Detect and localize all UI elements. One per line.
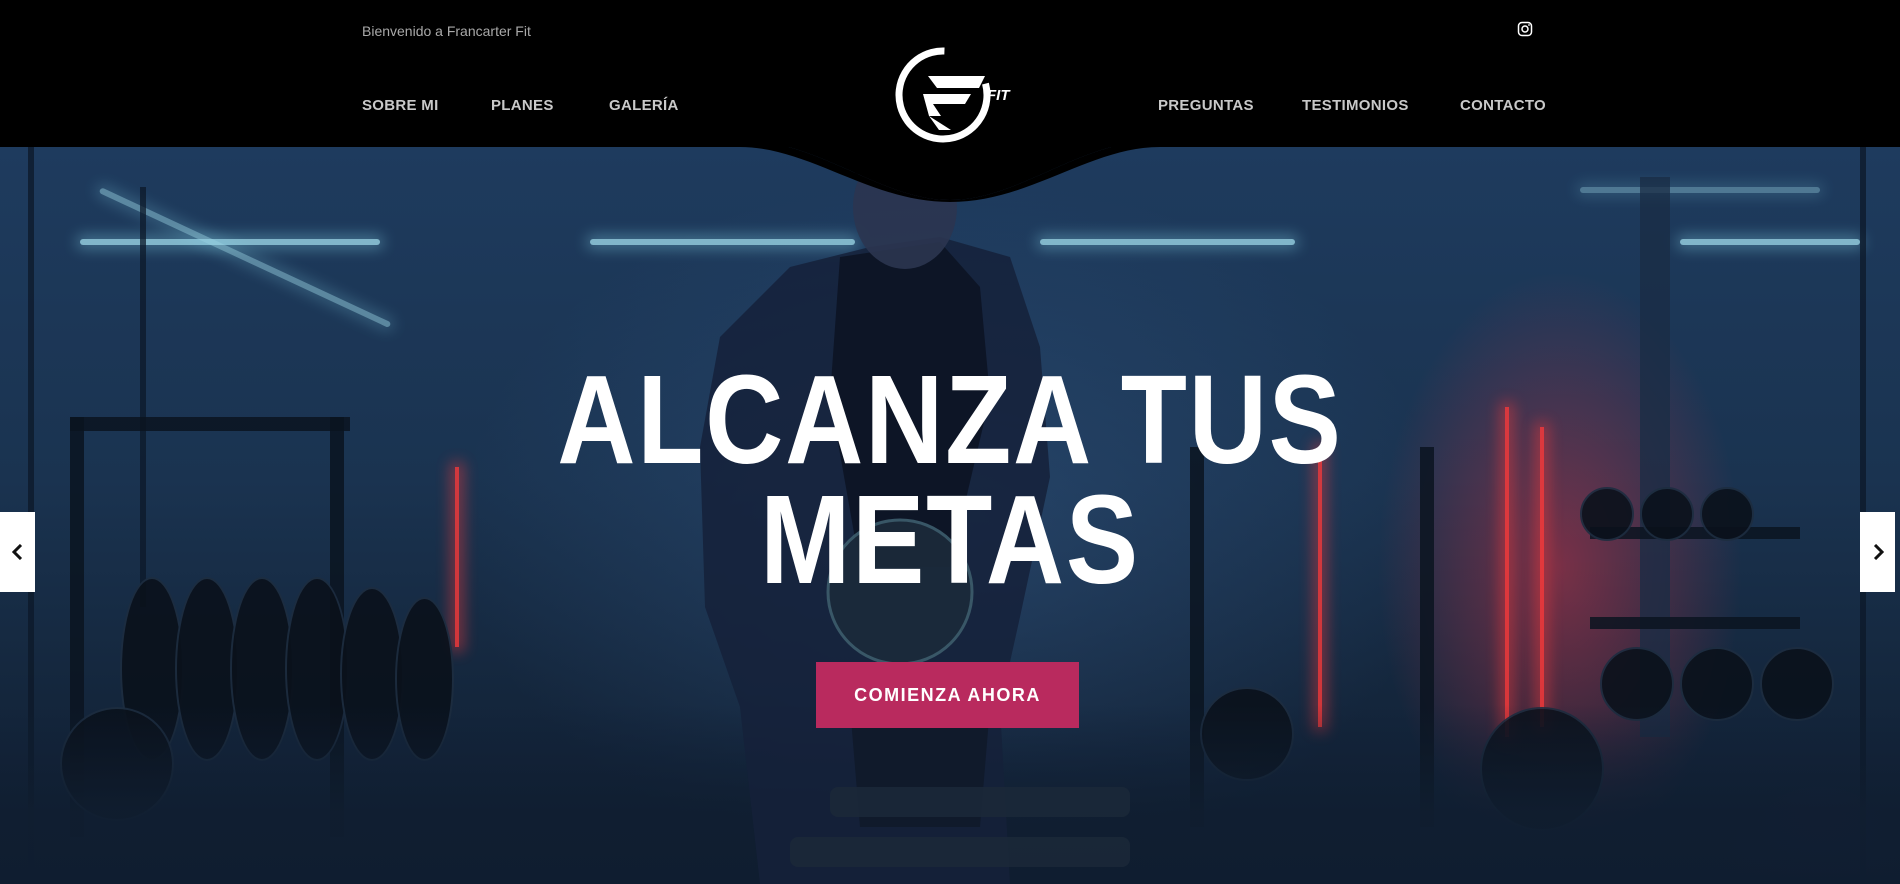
nav-testimonios[interactable]: TESTIMONIOS — [1302, 97, 1409, 114]
hero-title-line1: ALCANZA TUS — [557, 349, 1343, 490]
hero-slider: ALCANZA TUS METAS COMIENZA AHORA — [0, 147, 1900, 884]
francarter-fit-logo: FIT — [895, 47, 1011, 143]
nav-sobre-mi[interactable]: SOBRE MI — [362, 97, 439, 114]
page: ALCANZA TUS METAS COMIENZA AHORA Bienven… — [0, 0, 1900, 884]
logo-fit-text: FIT — [987, 87, 1011, 104]
slider-prev-button[interactable] — [0, 512, 35, 592]
nav-preguntas[interactable]: PREGUNTAS — [1158, 97, 1254, 114]
comienza-ahora-button[interactable]: COMIENZA AHORA — [816, 662, 1079, 728]
nav-contacto[interactable]: CONTACTO — [1460, 97, 1546, 114]
nav-planes[interactable]: PLANES — [491, 97, 554, 114]
nav-galeria[interactable]: GALERÍA — [609, 97, 679, 114]
instagram-icon[interactable] — [1517, 21, 1533, 37]
hero-title: ALCANZA TUS METAS — [133, 349, 1767, 610]
welcome-text: Bienvenido a Francarter Fit — [362, 23, 531, 39]
slider-next-button[interactable] — [1860, 512, 1895, 592]
header-curve — [0, 140, 1900, 202]
chevron-left-icon — [11, 544, 22, 560]
chevron-right-icon — [1873, 544, 1884, 560]
hero-title-line2: METAS — [760, 469, 1140, 610]
site-logo[interactable]: FIT — [893, 44, 1019, 146]
